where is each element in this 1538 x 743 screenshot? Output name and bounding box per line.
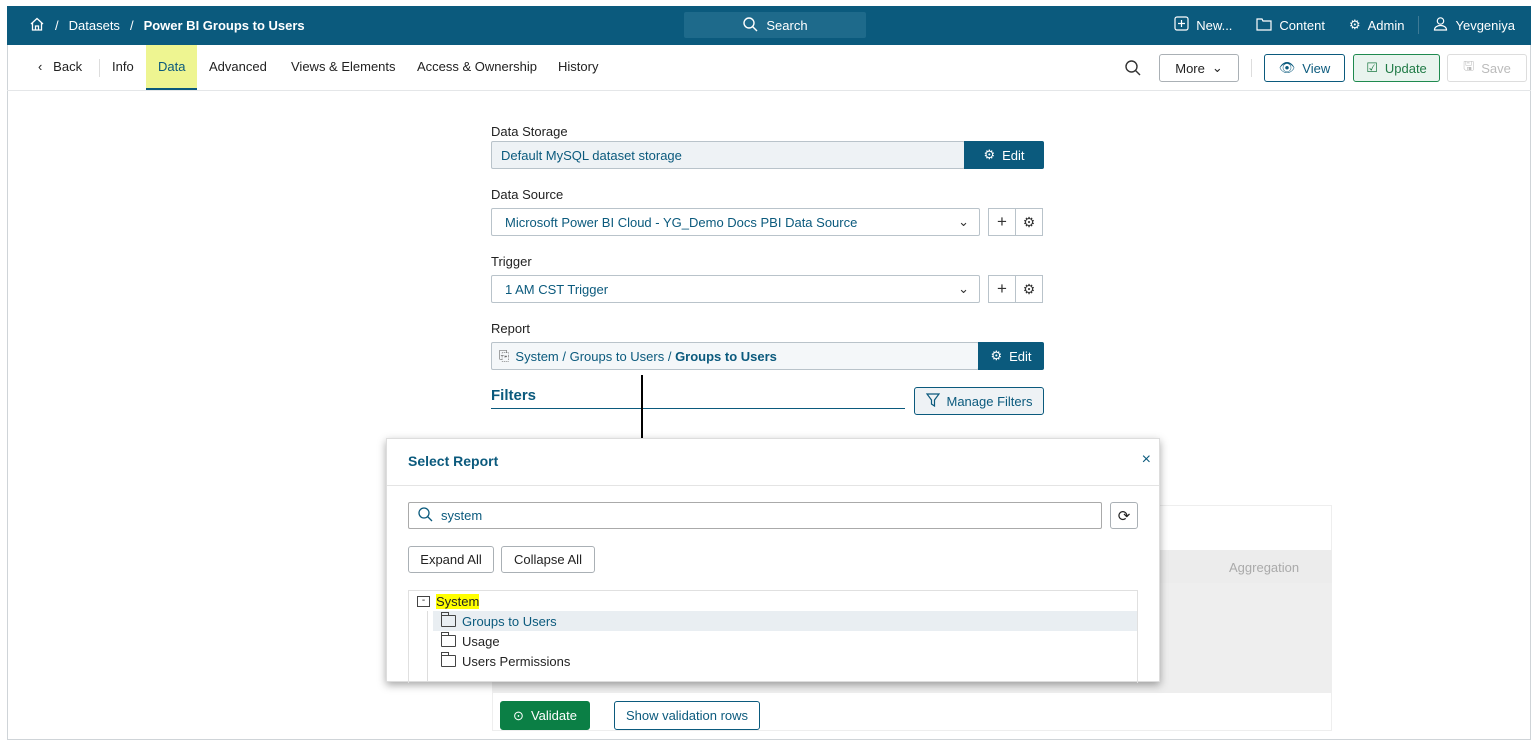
tree-guide-line xyxy=(427,611,428,681)
new-button[interactable]: New... xyxy=(1174,16,1232,34)
more-dropdown[interactable]: More ⌄ xyxy=(1159,54,1239,82)
top-header: / Datasets / Power BI Groups to Users Se… xyxy=(7,6,1531,45)
tab-data[interactable]: Data xyxy=(146,45,198,90)
report-label: Report xyxy=(491,321,531,336)
tab-access-ownership[interactable]: Access & Ownership xyxy=(417,45,537,90)
play-circle-icon: ⊙ xyxy=(513,707,524,723)
filter-icon xyxy=(925,392,940,410)
report-search-input[interactable]: system xyxy=(408,502,1102,529)
update-button[interactable]: ☑ Update xyxy=(1353,54,1440,82)
close-icon[interactable]: × xyxy=(1142,451,1151,469)
refresh-button[interactable]: ⟳ xyxy=(1110,502,1138,529)
chevron-down-icon: ⌄ xyxy=(958,214,969,229)
select-report-modal: Select Report × system ⟳ Expand All Coll… xyxy=(386,438,1160,683)
modal-title: Select Report xyxy=(408,453,499,469)
report-icon: ⎘ xyxy=(499,348,510,363)
tab-history[interactable]: History xyxy=(558,45,598,90)
breadcrumb-datasets[interactable]: Datasets xyxy=(69,18,120,33)
plus-square-icon xyxy=(1174,16,1189,34)
global-search[interactable]: Search xyxy=(684,12,866,38)
add-trigger-button[interactable]: + xyxy=(988,275,1016,303)
tab-advanced[interactable]: Advanced xyxy=(209,45,267,90)
tab-views-elements[interactable]: Views & Elements xyxy=(291,45,396,90)
annotation-arrow xyxy=(641,375,643,443)
trigger-settings-button[interactable]: ⚙ xyxy=(1015,275,1043,303)
view-button[interactable]: 👁 View xyxy=(1264,54,1345,82)
gear-icon: ⚙ xyxy=(1022,213,1036,230)
data-source-label: Data Source xyxy=(491,187,564,202)
collapse-all-button[interactable]: Collapse All xyxy=(501,546,595,573)
folder-icon xyxy=(1256,16,1273,34)
validate-button[interactable]: ⊙ Validate xyxy=(500,701,590,730)
check-square-icon: ☑ xyxy=(1366,60,1378,75)
search-icon[interactable] xyxy=(1124,59,1142,80)
tree-node-usage[interactable]: Usage xyxy=(441,631,500,651)
save-icon: 🖫 xyxy=(1463,58,1475,73)
trigger-select[interactable]: 1 AM CST Trigger ⌄ xyxy=(491,275,980,303)
divider xyxy=(1418,16,1420,34)
gear-icon: ⚙ xyxy=(1348,17,1361,32)
folder-collapse-icon[interactable]: - xyxy=(417,595,430,607)
search-icon xyxy=(742,16,758,35)
data-storage-edit-button[interactable]: ⚙ Edit xyxy=(964,141,1044,169)
breadcrumb-current: Power BI Groups to Users xyxy=(143,18,305,33)
column-aggregation: Aggregation xyxy=(1229,560,1300,575)
eye-icon: 👁 xyxy=(1278,60,1296,75)
tree-node-system[interactable]: - System xyxy=(417,591,480,611)
tree-node-users-permissions[interactable]: Users Permissions xyxy=(441,651,570,671)
home-icon[interactable] xyxy=(29,16,45,35)
divider xyxy=(387,485,1159,486)
back-button[interactable]: ‹ Back xyxy=(38,45,82,90)
gear-icon: ⚙ xyxy=(990,348,1003,363)
folder-icon xyxy=(441,612,456,627)
user-icon xyxy=(1433,16,1448,34)
gear-icon: ⚙ xyxy=(983,147,996,162)
tab-info[interactable]: Info xyxy=(112,45,134,90)
refresh-icon: ⟳ xyxy=(1117,507,1131,525)
tree-node-groups-to-users[interactable]: Groups to Users xyxy=(433,611,1137,631)
report-tree: - System Groups to Users Usage Users Per… xyxy=(408,590,1138,683)
filters-title: Filters xyxy=(491,387,537,404)
data-storage-label: Data Storage xyxy=(491,124,568,139)
report-field: ⎘ System / Groups to Users / Groups to Us… xyxy=(491,342,979,370)
folder-icon xyxy=(441,652,456,667)
gear-icon: ⚙ xyxy=(1022,280,1036,297)
data-source-settings-button[interactable]: ⚙ xyxy=(1015,208,1043,236)
divider xyxy=(99,59,100,77)
divider xyxy=(1251,59,1252,77)
folder-icon xyxy=(441,632,456,647)
tab-bar: ‹ Back Info Data Advanced Views & Elemen… xyxy=(7,45,1531,91)
manage-filters-button[interactable]: Manage Filters xyxy=(914,387,1044,415)
data-storage-field: Default MySQL dataset storage xyxy=(491,141,965,169)
content-button[interactable]: Content xyxy=(1256,16,1325,34)
trigger-label: Trigger xyxy=(491,254,532,269)
data-source-select[interactable]: Microsoft Power BI Cloud - YG_Demo Docs … xyxy=(491,208,980,236)
divider xyxy=(491,408,905,409)
user-menu[interactable]: Yevgeniya xyxy=(1433,16,1515,34)
report-edit-button[interactable]: ⚙ Edit xyxy=(978,342,1044,370)
breadcrumb: / Datasets / Power BI Groups to Users xyxy=(29,16,305,35)
save-button[interactable]: 🖫 Save xyxy=(1447,54,1527,82)
add-data-source-button[interactable]: + xyxy=(988,208,1016,236)
admin-button[interactable]: ⚙ Admin xyxy=(1349,17,1405,33)
expand-all-button[interactable]: Expand All xyxy=(408,546,494,573)
chevron-down-icon: ⌄ xyxy=(1211,60,1223,75)
search-icon xyxy=(417,506,433,525)
chevron-down-icon: ⌄ xyxy=(958,281,969,296)
show-validation-rows-button[interactable]: Show validation rows xyxy=(614,701,760,730)
